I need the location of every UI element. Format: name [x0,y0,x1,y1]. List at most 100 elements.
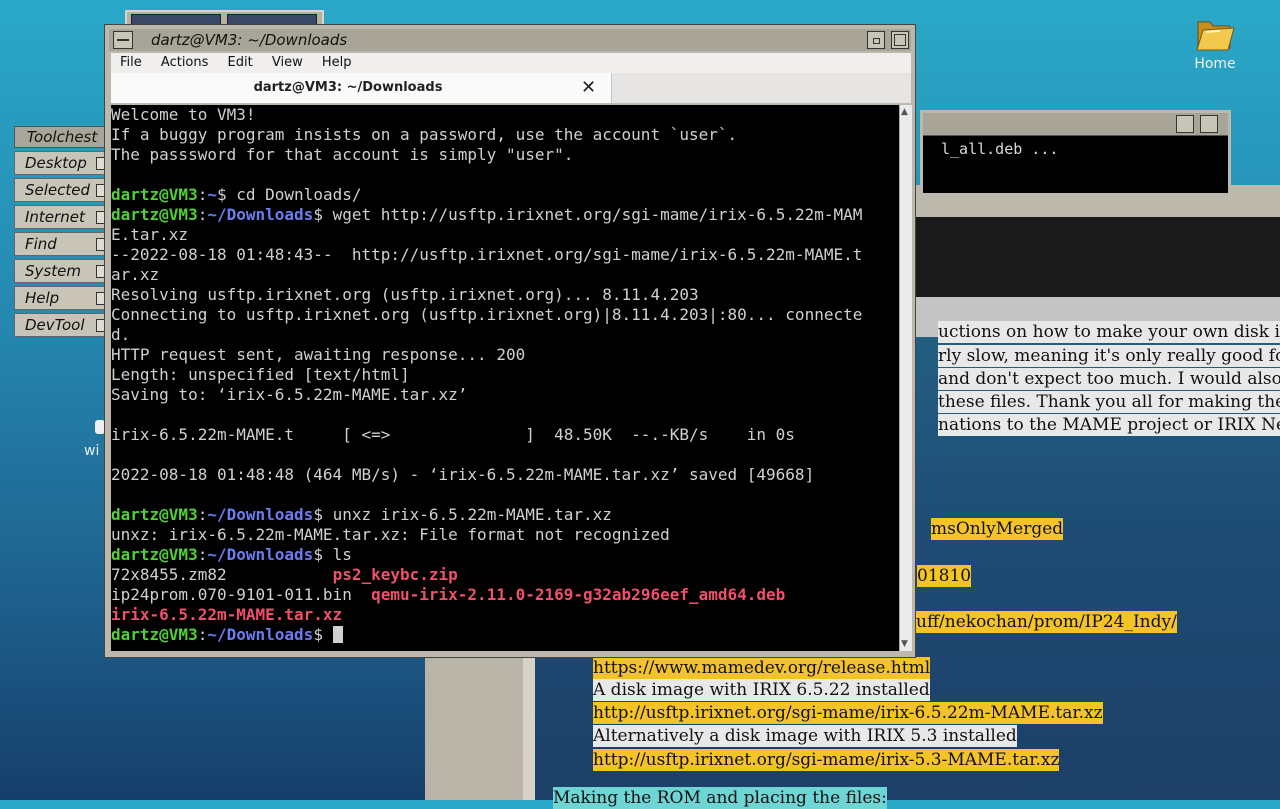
prompt-user: dartz@VM3 [111,545,198,564]
toolchest: Toolchest Desktop Selected Internet Find… [14,126,110,337]
menu-edit[interactable]: Edit [228,55,253,70]
maximize-button[interactable] [891,31,909,49]
minimize-button[interactable] [867,31,885,49]
document-line: Alternatively a disk image with IRIX 5.3… [593,725,1017,747]
tab-bar: dartz@VM3: ~/Downloads ✕ [111,73,911,104]
document-line: rly slow, meaning it's only really good … [938,345,1280,367]
terminal-line: If a buggy program insists on a password… [111,125,738,144]
toolchest-item-selected[interactable]: Selected [14,178,110,202]
toolchest-item-internet[interactable]: Internet [14,205,110,229]
terminal-line: dartz@VM3:~/Downloads$ ls [111,545,899,565]
prompt-command: $ unxz irix-6.5.22m-MAME.tar.xz [313,505,612,524]
scroll-down-icon[interactable]: ▼ [901,639,908,649]
toolchest-item-label: Desktop [25,154,87,172]
document-line[interactable]: https://www.mamedev.org/release.html [593,657,931,679]
prompt-user: dartz@VM3 [111,505,198,524]
terminal-line: 72x8455.zm82 ps2_keybc.zip [111,565,899,585]
menu-help[interactable]: Help [322,55,352,70]
scroll-up-icon[interactable]: ▲ [901,107,908,117]
text-cursor [332,626,343,643]
menu-file[interactable]: File [120,55,142,70]
ls-entry: qemu-irix-2.11.0-2169-g32ab296eef_amd64.… [371,585,786,604]
terminal-line: E.tar.xz [111,225,189,244]
prompt-path: ~/Downloads [207,505,314,524]
terminal-line: ip24prom.070-9101-011.bin qemu-irix-2.11… [111,585,899,605]
back-terminal-window: l_all.deb ... [920,110,1231,196]
toolchest-item-find[interactable]: Find [14,232,110,256]
terminal-line: dartz@VM3:~$ cd Downloads/ [111,185,899,205]
terminal-line: The passsword for that account is simply… [111,145,574,164]
terminal-line: Welcome to VM3! [111,105,256,124]
document-line[interactable]: http://usftp.irixnet.org/sgi-mame/irix-5… [593,749,1060,771]
terminal-scrollbar[interactable]: ▲ ▼ [899,105,912,651]
window-menu-icon [117,39,129,41]
terminal-line: Connecting to usftp.irixnet.org (usftp.i… [111,305,863,324]
prompt-path: ~/Downloads [207,205,314,224]
prompt-user: dartz@VM3 [111,625,198,644]
prompt-command: $ wget http://usftp.irixnet.org/sgi-mame… [313,205,863,224]
terminal-line: irix-6.5.22m-MAME.tar.xz [111,605,899,625]
prompt-sep: : [197,205,208,224]
terminal-line: dartz@VM3:~/Downloads$ wget http://usftp… [111,205,899,225]
toolchest-item-desktop[interactable]: Desktop [14,151,110,175]
terminal-line: dartz@VM3:~/Downloads$ [111,625,899,645]
terminal-line: 2022-08-18 01:48:48 (464 MB/s) - ‘irix-6… [111,465,815,484]
toolchest-item-label: Help [25,289,60,307]
terminal-line: d. [111,325,131,344]
ls-entry: ip24prom.070-9101-011.bin [111,585,372,604]
prompt-command: $ cd Downloads/ [216,185,362,204]
window-menu-button[interactable] [113,31,133,49]
back-terminal-output: l_all.deb ... [941,140,1059,158]
prompt-user: dartz@VM3 [111,205,198,224]
terminal-output[interactable]: Welcome to VM3! If a buggy program insist… [111,105,899,651]
terminal-line: HTTP request sent, awaiting response... … [111,345,526,364]
document-line[interactable]: msOnlyMerged [931,518,1064,540]
home-label: Home [1194,56,1236,72]
toolchest-item-system[interactable]: System [14,259,110,283]
prompt-command: $ [313,625,333,644]
prompt-path: ~ [207,185,217,204]
document-line: uctions on how to make your own disk ima… [938,321,1280,343]
tab-label: dartz@VM3: ~/Downloads [253,80,443,95]
terminal-line: Saving to: ‘irix-6.5.22m-MAME.tar.xz’ [111,385,468,404]
home-desktop-icon[interactable]: Home [1188,14,1242,72]
terminal-window: dartz@VM3: ~/Downloads File Actions Edit… [104,24,916,658]
toolchest-item-label: Selected [25,181,91,199]
terminal-line: ar.xz [111,265,160,284]
terminal-titlebar[interactable]: dartz@VM3: ~/Downloads [109,29,911,51]
terminal-line: --2022-08-18 01:48:43-- http://usftp.iri… [111,245,863,264]
prompt-sep: : [197,625,208,644]
document-line: and don't expect too much. I would also … [938,368,1280,390]
prompt-sep: : [197,545,208,564]
toolchest-item-label: Internet [25,208,85,226]
document-line[interactable]: 01810 [917,565,972,587]
document-line: these files. Thank you all for making th… [938,391,1280,413]
terminal-line: Resolving usftp.irixnet.org (usftp.irixn… [111,285,699,304]
document-line: nations to the MAME project or IRIX Netw… [938,414,1280,436]
toolchest-item-label: Find [25,235,57,253]
close-tab-icon[interactable]: ✕ [581,77,596,99]
minimize-icon [873,38,880,44]
tab-downloads[interactable]: dartz@VM3: ~/Downloads ✕ [111,73,612,103]
ls-entry: ps2_keybc.zip [332,565,458,584]
terminal-line: Length: unspecified [text/html] [111,365,410,384]
prompt-sep: : [197,505,208,524]
menu-actions[interactable]: Actions [161,55,209,70]
ls-entry: irix-6.5.22m-MAME.tar.xz [111,605,343,624]
toolchest-item-help[interactable]: Help [14,286,110,310]
document-line: A disk image with IRIX 6.5.22 installed [593,679,930,701]
menu-view[interactable]: View [272,55,303,70]
document-line[interactable]: http://usftp.irixnet.org/sgi-mame/irix-6… [593,702,1103,724]
back-terminal-titlebar [923,113,1228,136]
toolchest-item-devtool[interactable]: DevTool [14,313,110,337]
document-line[interactable]: uff/nekochan/prom/IP24_Indy/ [916,611,1177,633]
prompt-user: dartz@VM3 [111,185,198,204]
ls-entry: 72x8455.zm82 [111,565,333,584]
maximize-button[interactable] [1200,115,1218,133]
toolchest-item-label: System [25,262,81,280]
minimize-button[interactable] [1176,115,1194,133]
